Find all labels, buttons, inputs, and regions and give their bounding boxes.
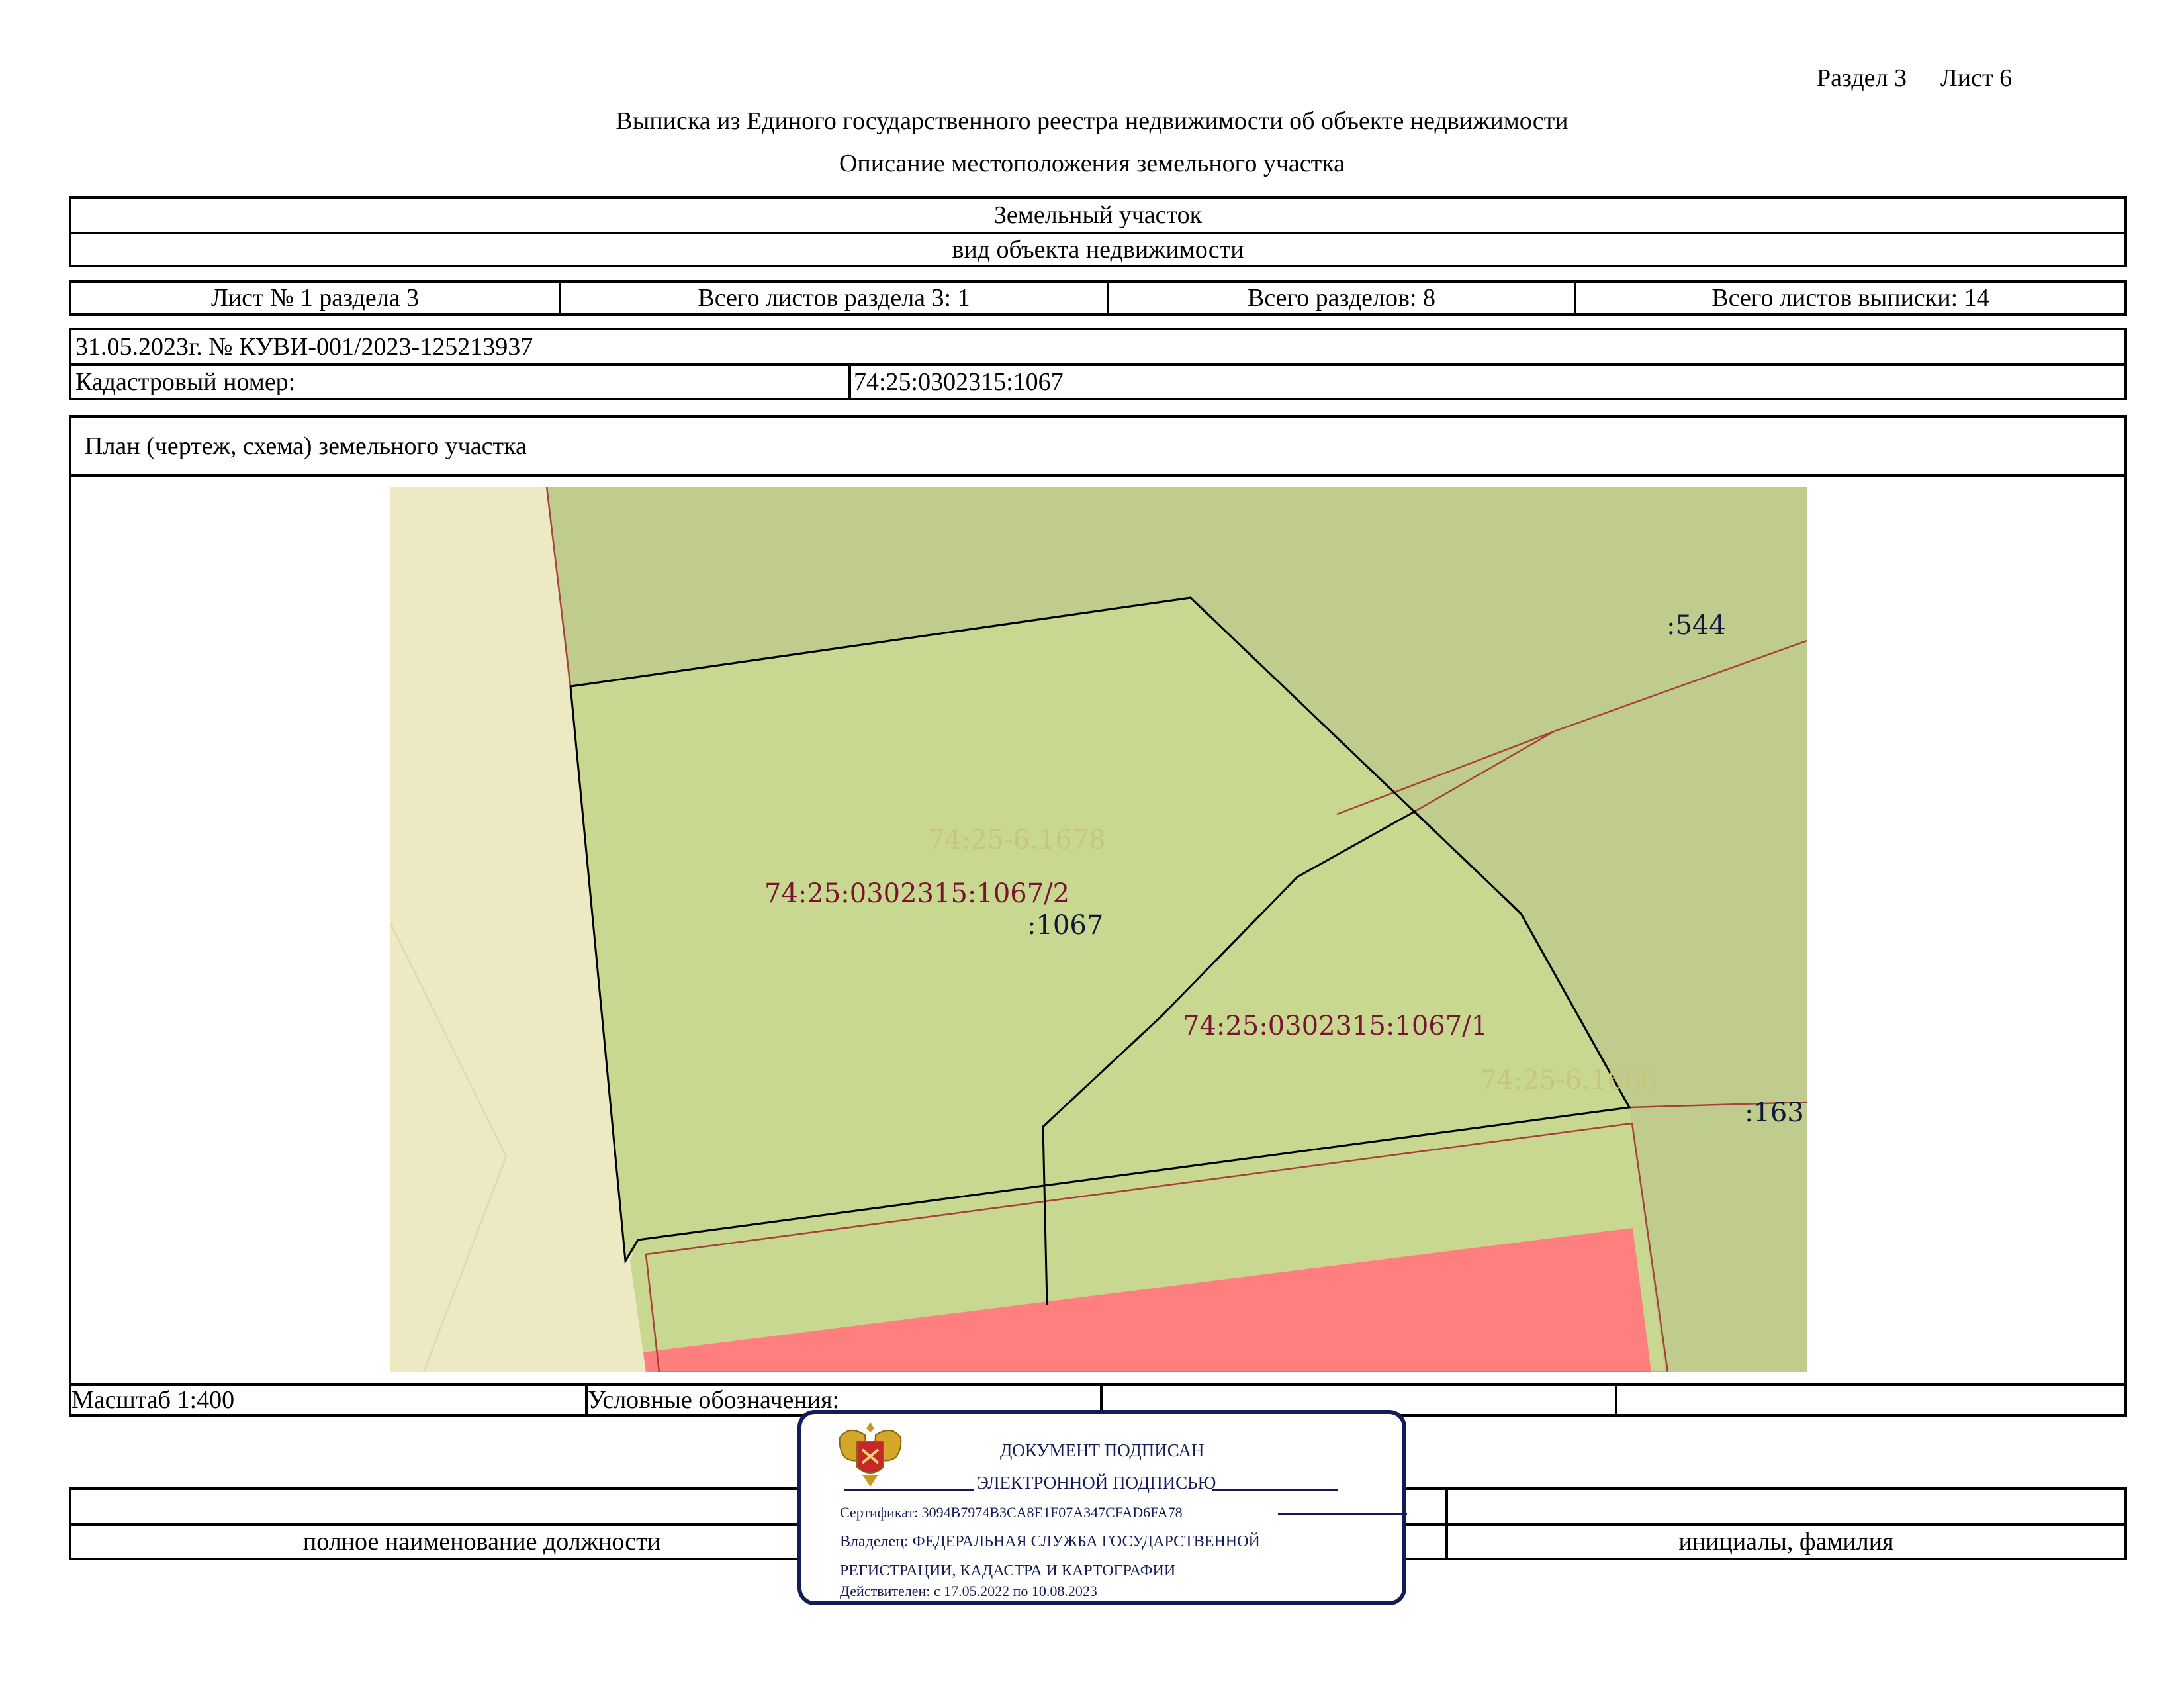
- document-subtitle: Описание местоположения земельного участ…: [839, 150, 1345, 177]
- record-table: 31.05.2023г. № КУВИ-001/2023-125213937 К…: [69, 328, 2127, 400]
- stamp-owner-line2: РЕГИСТРАЦИИ, КАДАСТРА И КАРТОГРАФИИ: [840, 1562, 1176, 1579]
- stamp-certificate: Сертификат: 3094B7974B3CA8E1F07A347CFAD6…: [840, 1504, 1183, 1521]
- position-caption: полное наименование должности: [302, 1528, 661, 1556]
- initials-caption: инициалы, фамилия: [1678, 1528, 1894, 1556]
- stamp-line2: ЭЛЕКТРОННОЙ ПОДПИСЬЮ: [977, 1473, 1216, 1493]
- label-parcel-163: :163: [1745, 1098, 1804, 1128]
- document-title: Выписка из Единого государственного реес…: [615, 107, 1569, 135]
- double-headed-eagle-icon: [839, 1422, 902, 1487]
- divider: [71, 474, 2124, 477]
- label-zone-1666: 74:25-6.1666: [1480, 1065, 1658, 1096]
- stamp-owner-line1: Владелец: ФЕДЕРАЛЬНАЯ СЛУЖБА ГОСУДАРСТВЕ…: [840, 1533, 1260, 1550]
- total-extract-sheets: Всего листов выписки: 14: [1574, 283, 2124, 313]
- object-type-table: Земельный участок вид объекта недвижимос…: [69, 196, 2127, 267]
- electronic-signature-stamp: ДОКУМЕНТ ПОДПИСАН ЭЛЕКТРОННОЙ ПОДПИСЬЮ С…: [797, 1410, 1407, 1605]
- label-parcel-1067: :1067: [1027, 910, 1104, 941]
- sheet-number: Лист № 1 раздела 3: [210, 284, 420, 312]
- stamp-divider: [1278, 1513, 1407, 1515]
- object-type-caption: вид объекта недвижимости: [952, 236, 1244, 263]
- cadastral-label: Кадастровый номер:: [75, 368, 296, 396]
- total-section-sheets: Всего листов раздела 3: 1: [559, 283, 1107, 313]
- object-type: Земельный участок: [993, 201, 1203, 229]
- total-sections: Всего разделов: 8: [1107, 283, 1574, 313]
- date-number: 31.05.2023г. № КУВИ-001/2023-125213937: [75, 333, 533, 361]
- sheet-label: Лист 6: [1940, 64, 2013, 92]
- cadastral-value: 74:25:0302315:1067: [854, 368, 1064, 396]
- stamp-divider: [844, 1489, 974, 1491]
- stamp-line1: ДОКУМЕНТ ПОДПИСАН: [1000, 1440, 1205, 1460]
- label-parcel-544: :544: [1666, 610, 1726, 641]
- plan-title: План (чертеж, схема) земельного участка: [85, 432, 527, 460]
- sheets-row: Лист № 1 раздела 3 Всего листов раздела …: [69, 280, 2127, 316]
- scale-label: Масштаб 1:400: [71, 1386, 235, 1414]
- label-part-1: 74:25:0302315:1067/1: [1183, 1011, 1488, 1041]
- stamp-divider: [1212, 1489, 1338, 1491]
- legend-cell: [1615, 1386, 2124, 1414]
- label-part-2: 74:25:0302315:1067/2: [764, 878, 1070, 909]
- label-zone-1678: 74:25-6.1678: [928, 825, 1106, 855]
- stamp-valid: Действителен: с 17.05.2022 по 10.08.2023: [840, 1583, 1097, 1599]
- section-label: Раздел 3: [1817, 64, 1907, 92]
